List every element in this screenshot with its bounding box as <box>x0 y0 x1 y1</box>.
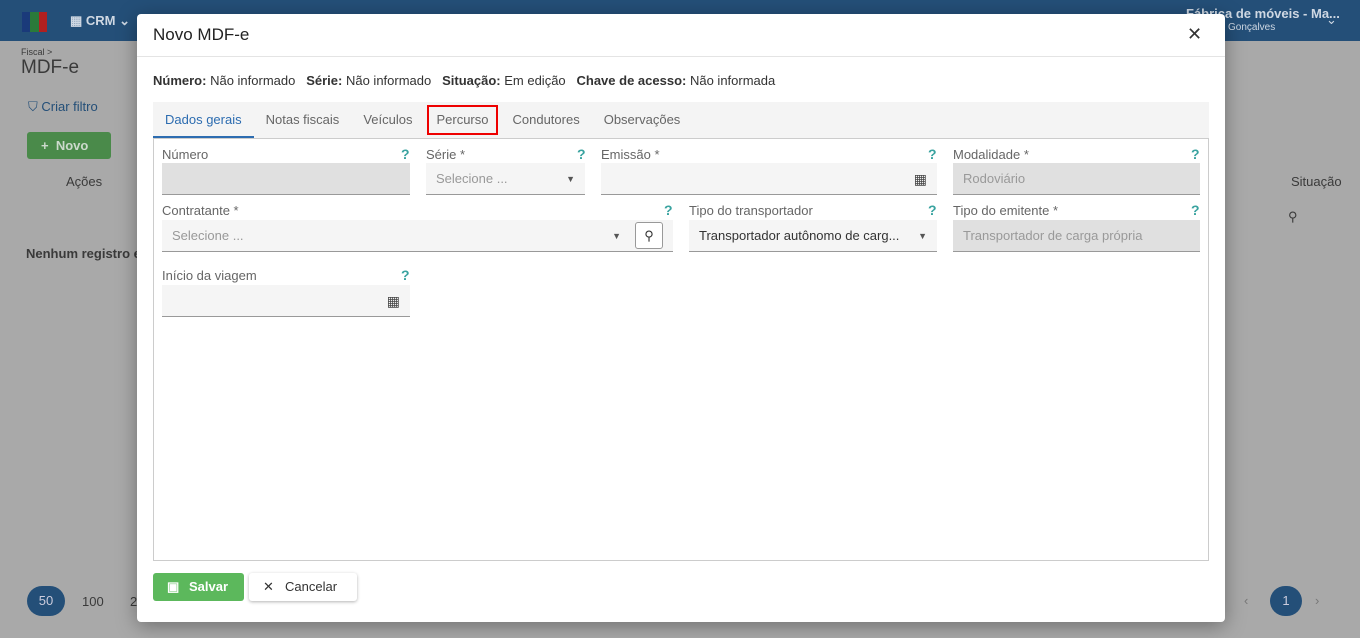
emissao-label: Emissão * <box>601 147 660 162</box>
create-filter-label: Criar filtro <box>41 99 98 114</box>
info-label: Série: <box>306 73 343 88</box>
tab-percurso[interactable]: Percurso <box>424 102 500 138</box>
inicio-viagem-label: Início da viagem <box>162 268 257 283</box>
col-status: Situação <box>1291 174 1342 189</box>
modalidade-input[interactable]: Rodoviário <box>953 163 1200 195</box>
save-label: Salvar <box>189 579 229 594</box>
info-label: Número: <box>153 73 207 88</box>
help-icon[interactable]: ? <box>928 146 937 162</box>
save-button[interactable]: ▣ Salvar <box>153 573 244 601</box>
info-value: Em edição <box>504 73 566 88</box>
modal-title: Novo MDF-e <box>153 25 250 44</box>
search-button[interactable]: ⚲ <box>635 222 663 249</box>
info-label: Chave de acesso: <box>576 73 687 88</box>
breadcrumb[interactable]: Fiscal > <box>21 47 52 57</box>
help-icon[interactable]: ? <box>1191 146 1200 162</box>
info-value: Não informada <box>689 73 776 88</box>
info-label: Situação: <box>442 73 501 88</box>
help-icon[interactable]: ? <box>577 146 586 162</box>
user-name: Gonçalves <box>1228 22 1276 33</box>
document-info: Número: Não informado Série: Não informa… <box>153 73 775 88</box>
tipo-emitente-label: Tipo do emitente * <box>953 203 1059 218</box>
new-mdfe-modal: Novo MDF-e ✕ Número: Não informado Série… <box>137 14 1225 622</box>
contratante-placeholder: Selecione ... <box>172 228 244 243</box>
tipo-transportador-label: Tipo do transportador <box>689 203 813 218</box>
divider <box>137 56 1225 57</box>
tab-observacoes[interactable]: Observações <box>592 102 693 138</box>
chevron-down-icon[interactable]: ⌄ <box>1326 12 1337 28</box>
new-button[interactable]: + Novo <box>27 132 111 159</box>
inicio-viagem-input[interactable]: ▦ <box>162 285 410 317</box>
col-actions: Ações <box>66 174 103 189</box>
serie-placeholder: Selecione ... <box>436 171 508 186</box>
tipo-emitente-input[interactable]: Transportador de carga própria <box>953 220 1200 252</box>
calendar-icon[interactable]: ▦ <box>914 163 927 195</box>
tab-content <box>153 138 1209 561</box>
tab-dados-gerais[interactable]: Dados gerais <box>153 102 254 138</box>
help-icon[interactable]: ? <box>401 267 410 283</box>
close-icon: ✕ <box>263 579 274 594</box>
next-page-icon[interactable]: › <box>1315 593 1319 608</box>
caret-down-icon: ▼ <box>612 231 621 241</box>
modalidade-label: Modalidade * <box>953 147 1029 162</box>
prev-page-icon[interactable]: ‹ <box>1244 593 1248 608</box>
caret-down-icon: ▼ <box>566 174 575 184</box>
serie-select[interactable]: Selecione ... ▼ <box>426 163 585 195</box>
current-page[interactable]: 1 <box>1270 586 1302 616</box>
new-label: Novo <box>55 138 89 153</box>
emissao-input[interactable]: ▦ <box>601 163 937 195</box>
create-filter-link[interactable]: ⛉ Criar filtro <box>28 99 98 115</box>
numero-label: Número <box>162 147 209 162</box>
help-icon[interactable]: ? <box>928 202 937 218</box>
crm-label: CRM <box>85 13 116 28</box>
page-size-100[interactable]: 100 <box>82 594 104 609</box>
tab-notas-fiscais[interactable]: Notas fiscais <box>254 102 352 138</box>
contratante-label: Contratante * <box>162 203 239 218</box>
tab-condutores[interactable]: Condutores <box>501 102 592 138</box>
save-icon: ▣ <box>167 579 180 594</box>
help-icon[interactable]: ? <box>664 202 673 218</box>
cancel-label: Cancelar <box>285 579 338 594</box>
search-icon: ⚲ <box>644 228 654 243</box>
cancel-button[interactable]: ✕ Cancelar <box>249 573 357 601</box>
caret-down-icon: ▼ <box>918 231 927 241</box>
empty-message: Nenhum registro e <box>26 246 141 261</box>
tab-bar: Dados gerais Notas fiscais Veículos Perc… <box>153 102 1209 138</box>
contratante-select[interactable]: Selecione ... ▼ <box>162 220 673 252</box>
close-icon[interactable]: ✕ <box>1187 24 1202 45</box>
info-value: Não informado <box>210 73 296 88</box>
help-icon[interactable]: ? <box>401 146 410 162</box>
info-value: Não informado <box>345 73 432 88</box>
tab-veiculos[interactable]: Veículos <box>351 102 424 138</box>
tipo-transportador-select[interactable]: Transportador autônomo de carg... ▼ <box>689 220 937 252</box>
tipo-transportador-value: Transportador autônomo de carg... <box>699 228 900 243</box>
calendar-icon[interactable]: ▦ <box>387 285 400 317</box>
search-icon[interactable]: ⚲ <box>1288 209 1298 225</box>
page-title: MDF-e <box>21 57 80 78</box>
help-icon[interactable]: ? <box>1191 202 1200 218</box>
numero-input[interactable] <box>162 163 410 195</box>
app-logo <box>22 12 47 32</box>
crm-menu[interactable]: ▦ CRM ⌄ <box>70 13 130 29</box>
serie-label: Série * <box>426 147 466 162</box>
page-size-50[interactable]: 50 <box>27 586 65 616</box>
